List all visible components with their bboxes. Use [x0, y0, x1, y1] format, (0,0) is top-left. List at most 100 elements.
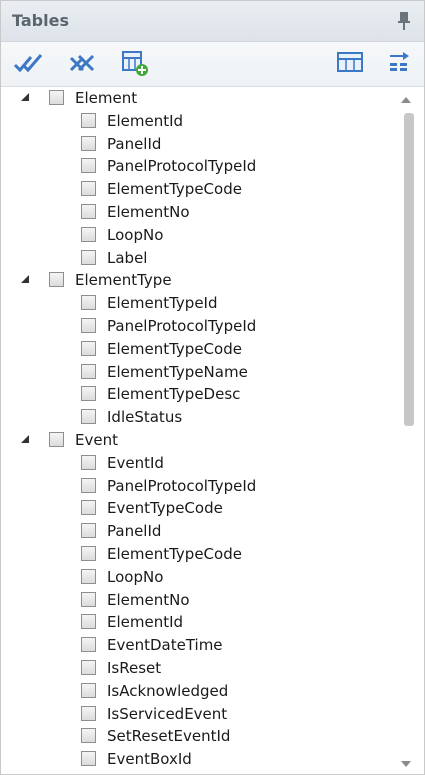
column-checkbox[interactable]	[81, 409, 96, 425]
add-table-icon[interactable]	[119, 50, 153, 76]
table-checkbox[interactable]	[49, 90, 64, 105]
table-label: Event	[75, 431, 118, 449]
column-checkbox[interactable]	[81, 295, 96, 311]
table-layout-icon[interactable]	[335, 50, 369, 76]
column-label: PanelProtocolTypeId	[107, 476, 257, 495]
tree-node-column[interactable]: ElementTypeCode	[1, 543, 396, 565]
column-label: ElementTypeId	[107, 294, 218, 313]
uncheck-all-icon[interactable]	[65, 50, 99, 76]
tree-node-column[interactable]: ElementId	[1, 611, 396, 633]
tree-node-column[interactable]: EventId	[1, 452, 396, 474]
pin-icon[interactable]	[396, 11, 412, 31]
column-checkbox[interactable]	[81, 363, 96, 379]
scroll-up-arrow-icon[interactable]	[400, 95, 412, 105]
column-label: EventBoxId	[107, 750, 192, 769]
tree-node-table[interactable]: ElementType	[1, 269, 396, 291]
expand-collapse-icon[interactable]	[19, 433, 31, 445]
column-label: ElementId	[107, 111, 184, 130]
column-label: PanelId	[107, 134, 162, 153]
column-label: EventDateTime	[107, 636, 223, 655]
tree-node-column[interactable]: IdleStatus	[1, 406, 396, 428]
tree-node-column[interactable]: ElementTypeCode	[1, 178, 396, 200]
column-label: IsServicedEvent	[107, 704, 228, 723]
column-checkbox[interactable]	[81, 591, 96, 607]
column-label: ElementNo	[107, 203, 190, 221]
column-label: ElementTypeCode	[107, 180, 242, 199]
column-label: ElementTypeDesc	[107, 385, 241, 404]
tree-node-column[interactable]: ElementId	[1, 110, 396, 132]
column-label: PanelProtocolTypeId	[107, 317, 257, 335]
tree-node-column[interactable]: ElementTypeId	[1, 292, 396, 314]
tree-node-column[interactable]: IsReset	[1, 657, 396, 679]
tree-node-column[interactable]: ElementNo	[1, 201, 396, 223]
column-label: LoopNo	[107, 225, 164, 244]
tree-node-column[interactable]: IsAcknowledged	[1, 680, 396, 702]
tree-node-table[interactable]: Element	[1, 87, 396, 109]
tree-node-table[interactable]: Event	[1, 429, 396, 451]
tree-node-column[interactable]: EventDateTime	[1, 634, 396, 656]
column-label: IdleStatus	[107, 408, 183, 427]
column-label: Label	[107, 248, 148, 267]
column-checkbox[interactable]	[81, 454, 96, 470]
column-label: LoopNo	[107, 567, 164, 586]
column-checkbox[interactable]	[81, 751, 96, 767]
tree-node-column[interactable]: PanelId	[1, 520, 396, 542]
arrange-icon[interactable]	[385, 50, 419, 76]
tree-node-column[interactable]: ElementTypeCode	[1, 338, 396, 360]
table-label: ElementType	[75, 271, 172, 290]
scrollbar-thumb[interactable]	[404, 113, 414, 426]
column-checkbox[interactable]	[81, 546, 96, 561]
tree-node-column[interactable]: LoopNo	[1, 224, 396, 246]
tree-node-column[interactable]: SetResetEventId	[1, 725, 396, 747]
column-checkbox[interactable]	[81, 226, 96, 242]
column-checkbox[interactable]	[81, 318, 96, 333]
tree-node-column[interactable]: ElementTypeDesc	[1, 383, 396, 405]
tree-node-column[interactable]: PanelProtocolTypeId	[1, 475, 396, 497]
tree-node-column[interactable]: IsServicedEvent	[1, 703, 396, 725]
tree-node-column[interactable]: ElementTypeName	[1, 361, 396, 383]
column-label: EventId	[107, 453, 164, 472]
column-checkbox[interactable]	[81, 249, 96, 265]
column-checkbox[interactable]	[81, 158, 96, 174]
column-label: IsReset	[107, 659, 162, 677]
expand-collapse-icon[interactable]	[19, 273, 31, 285]
column-label: ElementTypeName	[107, 362, 248, 381]
scroll-down-arrow-icon[interactable]	[400, 759, 412, 769]
toolbar	[1, 42, 424, 87]
column-checkbox[interactable]	[81, 728, 96, 744]
column-checkbox[interactable]	[81, 705, 96, 721]
column-checkbox[interactable]	[81, 637, 96, 653]
panel-header: Tables	[1, 1, 424, 42]
column-checkbox[interactable]	[81, 568, 96, 584]
column-label: ElementTypeCode	[107, 545, 242, 563]
column-checkbox[interactable]	[81, 386, 96, 402]
column-checkbox[interactable]	[81, 614, 96, 630]
tables-panel: Tables Element ElementId PanelId PanelPr…	[0, 0, 425, 775]
table-checkbox[interactable]	[49, 432, 64, 447]
tree-node-column[interactable]: PanelId	[1, 133, 396, 155]
tree-node-column[interactable]: ElementNo	[1, 589, 396, 611]
column-checkbox[interactable]	[81, 682, 96, 698]
tree-node-column[interactable]: LoopNo	[1, 566, 396, 588]
column-label: ElementNo	[107, 590, 190, 609]
expand-collapse-icon[interactable]	[19, 91, 31, 103]
tree-node-column[interactable]: PanelProtocolTypeId	[1, 315, 396, 337]
tree-node-column[interactable]: EventTypeCode	[1, 497, 396, 519]
column-checkbox[interactable]	[81, 523, 96, 539]
table-checkbox[interactable]	[49, 272, 64, 288]
tree-node-column[interactable]: EventBoxId	[1, 748, 396, 770]
column-checkbox[interactable]	[81, 112, 96, 128]
column-checkbox[interactable]	[81, 660, 96, 675]
check-all-icon[interactable]	[11, 50, 45, 76]
tree-node-column[interactable]: Label	[1, 247, 396, 269]
column-label: IsAcknowledged	[107, 681, 229, 700]
tree-node-column[interactable]: PanelProtocolTypeId	[1, 155, 396, 177]
column-checkbox[interactable]	[81, 340, 96, 356]
column-checkbox[interactable]	[81, 500, 96, 516]
column-label: PanelId	[107, 522, 162, 541]
column-checkbox[interactable]	[81, 204, 96, 219]
column-checkbox[interactable]	[81, 181, 96, 197]
column-checkbox[interactable]	[81, 477, 96, 493]
column-checkbox[interactable]	[81, 135, 96, 151]
table-label: Element	[75, 89, 138, 107]
